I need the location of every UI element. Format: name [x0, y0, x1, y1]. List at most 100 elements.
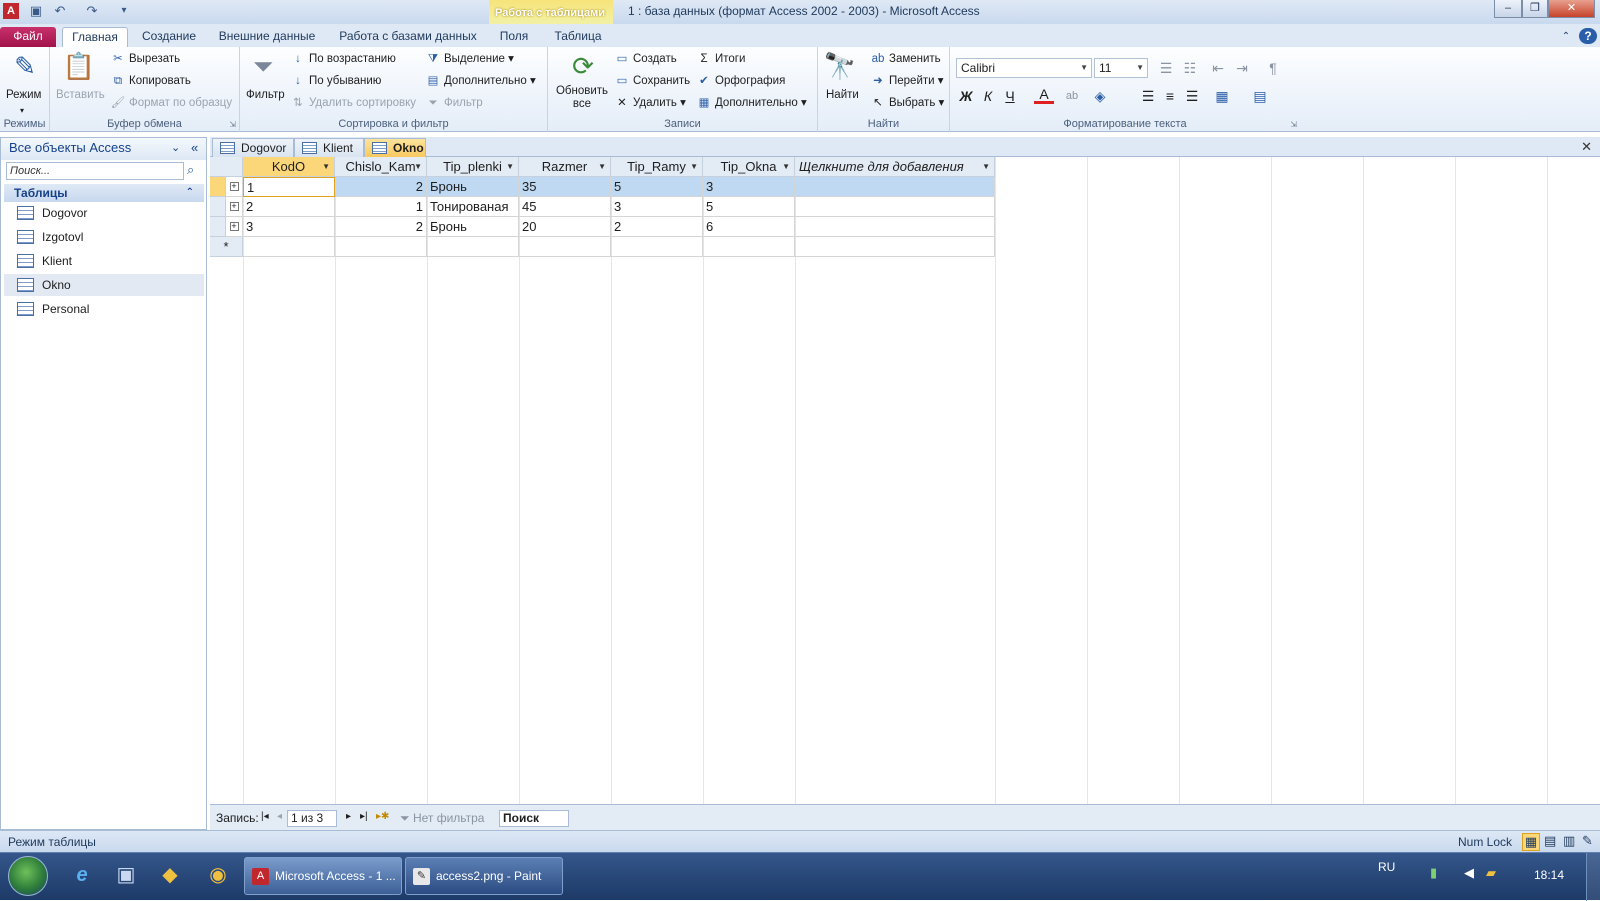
new-cell[interactable]: [427, 237, 519, 257]
new-cell[interactable]: [335, 237, 427, 257]
row-selector[interactable]: [210, 217, 226, 237]
cell-tip-okna[interactable]: 5: [703, 197, 795, 217]
pivot-chart-view-icon[interactable]: ▥: [1563, 833, 1575, 849]
font-size-select[interactable]: 11 ▼: [1094, 58, 1148, 78]
pivot-table-view-icon[interactable]: ▤: [1544, 833, 1556, 849]
cell-tip-ramy[interactable]: 5: [611, 177, 703, 197]
doc-tab-okno[interactable]: Okno: [364, 138, 426, 157]
column-header-tip-ramy[interactable]: Tip_Ramy ▼: [611, 157, 703, 177]
nav-item-izgotovl[interactable]: Izgotovl: [4, 226, 204, 248]
search-icon[interactable]: ⌕: [187, 162, 194, 178]
nav-search-input[interactable]: Поиск...: [6, 162, 184, 180]
find-button[interactable]: Найти: [826, 87, 859, 103]
collapse-group-icon[interactable]: ⌃: [186, 184, 194, 202]
column-dropdown-icon[interactable]: ▼: [322, 157, 330, 176]
disk-icon[interactable]: ▣: [112, 861, 140, 889]
new-row-asterisk[interactable]: *: [210, 237, 243, 257]
underline-button[interactable]: Ч: [1000, 86, 1020, 106]
select-button[interactable]: ↖ Выбрать ▾: [870, 95, 944, 111]
spelling-button[interactable]: ✔ Орфография: [696, 73, 785, 89]
nav-menu-dropdown-icon[interactable]: ⌄: [171, 138, 180, 158]
cell-kodo[interactable]: 3: [243, 217, 335, 237]
nav-item-klient[interactable]: Klient: [4, 250, 204, 272]
column-header-tip-okna[interactable]: Tip_Okna ▼: [703, 157, 795, 177]
first-record-icon[interactable]: |◂: [261, 811, 269, 822]
copy-button[interactable]: ⧉ Копировать: [110, 73, 191, 89]
sort-ascending-button[interactable]: ↓ По возрастанию: [290, 51, 396, 67]
doc-tab-dogovor[interactable]: Dogovor: [212, 138, 294, 157]
show-desktop-button[interactable]: [1586, 853, 1600, 901]
close-document-icon[interactable]: ✕: [1581, 139, 1592, 155]
cell-razmer[interactable]: 20: [519, 217, 611, 237]
view-mode-button[interactable]: Режим: [6, 87, 41, 103]
nav-item-personal[interactable]: Personal: [4, 298, 204, 320]
column-header-add-field[interactable]: Щелкните для добавления ▼: [795, 157, 995, 177]
column-header-tip-plenki[interactable]: Tip_plenki ▼: [427, 157, 519, 177]
format-painter-button[interactable]: 🖌 Формат по образцу: [110, 95, 232, 111]
internet-explorer-icon[interactable]: e: [68, 861, 96, 889]
close-window-button[interactable]: ✕: [1548, 0, 1595, 18]
tab-create[interactable]: Создание: [136, 27, 202, 47]
chrome-icon[interactable]: ◉: [204, 861, 232, 889]
delete-record-button[interactable]: ✕ Удалить ▾: [614, 95, 686, 111]
cell-tip-plenki[interactable]: Тонированая: [427, 197, 519, 217]
clipboard-launcher-icon[interactable]: ⇲: [229, 120, 236, 129]
nav-pane-header[interactable]: Все объекты Access ⌄ «: [1, 138, 206, 160]
notification-icon[interactable]: ▰: [1486, 865, 1496, 881]
cell-tip-ramy[interactable]: 2: [611, 217, 703, 237]
last-record-icon[interactable]: ▸|: [360, 811, 368, 822]
volume-icon[interactable]: ◀: [1464, 865, 1474, 881]
cell-add-field[interactable]: [795, 177, 995, 197]
tab-fields[interactable]: Поля: [494, 27, 534, 47]
record-position-input[interactable]: 1 из 3: [287, 810, 337, 827]
paste-button[interactable]: Вставить: [56, 87, 105, 103]
prev-record-icon[interactable]: ◂: [277, 811, 282, 822]
totals-button[interactable]: Σ Итоги: [696, 51, 745, 67]
qat-customize-icon[interactable]: ▾: [116, 3, 132, 19]
cell-tip-plenki[interactable]: Бронь: [427, 217, 519, 237]
design-view-icon[interactable]: ✎: [1582, 833, 1593, 849]
new-cell[interactable]: [795, 237, 995, 257]
cell-tip-ramy[interactable]: 3: [611, 197, 703, 217]
column-dropdown-icon[interactable]: ▼: [690, 157, 698, 176]
taskbar-item-access[interactable]: A Microsoft Access - 1 ...: [244, 857, 402, 895]
tab-home[interactable]: Главная: [62, 27, 128, 47]
filter-button[interactable]: Фильтр: [246, 87, 285, 103]
doc-tab-klient[interactable]: Klient: [294, 138, 364, 157]
cell-chislo-kam[interactable]: 2: [335, 177, 427, 197]
cell-add-field[interactable]: [795, 197, 995, 217]
filter-status-button[interactable]: ⏷ Нет фильтра: [400, 811, 484, 826]
datasheet-view-icon[interactable]: ▦: [1522, 833, 1540, 851]
column-header-chislo-kam[interactable]: Chislo_Kam ▼: [335, 157, 427, 177]
subdatasheet-expand-icon[interactable]: +: [226, 217, 243, 237]
next-record-icon[interactable]: ▸: [346, 811, 351, 822]
column-dropdown-icon[interactable]: ▼: [414, 157, 422, 176]
font-name-select[interactable]: Calibri ▼: [956, 58, 1092, 78]
save-icon[interactable]: ▣: [28, 3, 44, 19]
text-formatting-launcher-icon[interactable]: ⇲: [1290, 120, 1297, 129]
alternate-row-color-icon[interactable]: ▤: [1250, 86, 1270, 106]
view-mode-icon[interactable]: ✎: [8, 51, 42, 82]
align-right-icon[interactable]: ☰: [1182, 86, 1202, 106]
refresh-all-button[interactable]: Обновить все: [554, 85, 610, 111]
advanced-filter-button[interactable]: ▤ Дополнительно ▾: [425, 73, 536, 89]
taskbar-item-paint[interactable]: ✎ access2.png - Paint: [405, 857, 563, 895]
nav-group-tables[interactable]: Таблицы ⌃: [4, 184, 204, 202]
paste-icon[interactable]: 📋: [62, 51, 96, 82]
cell-chislo-kam[interactable]: 2: [335, 217, 427, 237]
start-button[interactable]: [8, 856, 48, 896]
increase-indent-icon[interactable]: ⇥: [1232, 58, 1252, 78]
bold-button[interactable]: Ж: [956, 86, 976, 106]
bullet-list-icon[interactable]: ☰: [1156, 58, 1176, 78]
decrease-indent-icon[interactable]: ⇤: [1208, 58, 1228, 78]
select-all-corner[interactable]: [210, 157, 243, 177]
save-record-button[interactable]: ▭ Сохранить: [614, 73, 691, 89]
tab-external-data[interactable]: Внешние данные: [212, 27, 322, 47]
undo-icon[interactable]: ↶: [52, 3, 68, 19]
tab-database-tools[interactable]: Работа с базами данных: [334, 27, 482, 47]
network-icon[interactable]: ▮: [1430, 865, 1437, 881]
subdatasheet-expand-icon[interactable]: +: [226, 197, 243, 217]
subdatasheet-expand-icon[interactable]: +: [226, 177, 243, 197]
tab-table[interactable]: Таблица: [549, 27, 607, 47]
new-cell[interactable]: [611, 237, 703, 257]
